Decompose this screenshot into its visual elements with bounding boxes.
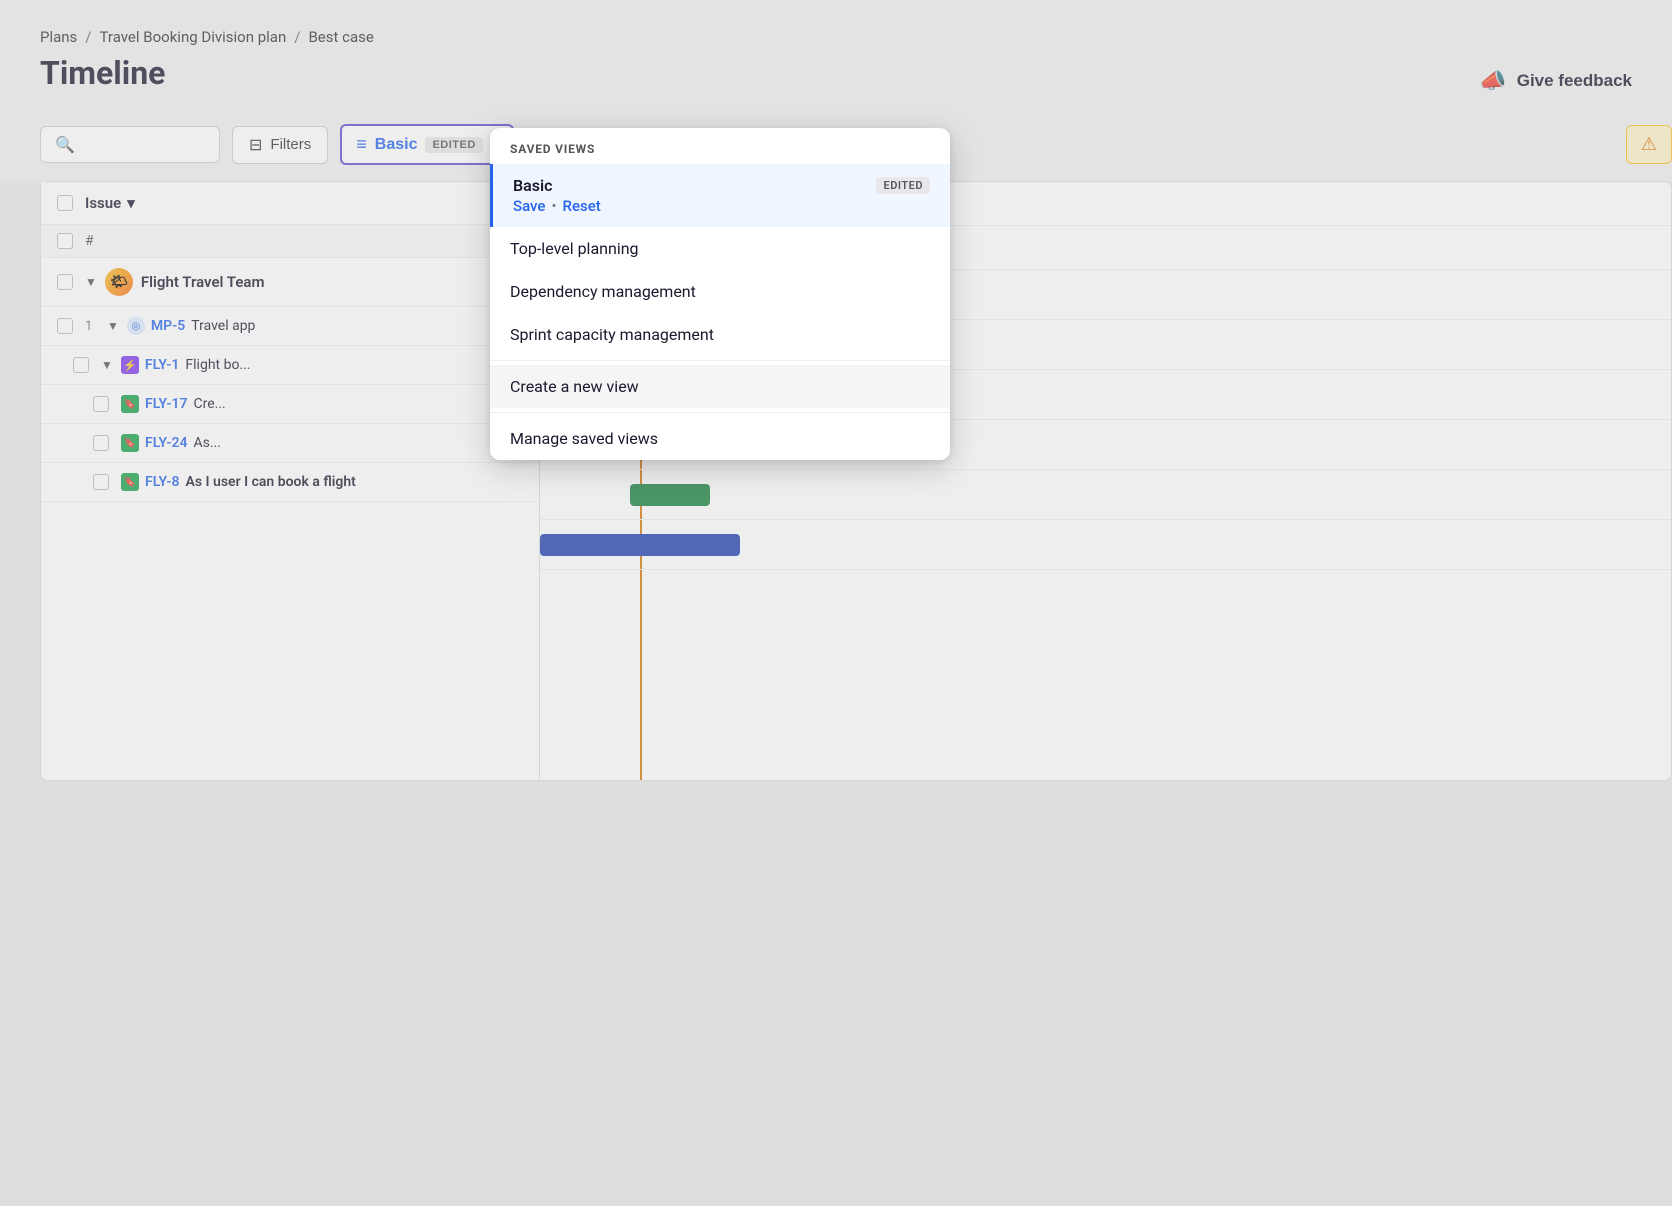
issue-column-header[interactable]: Issue ▾ — [85, 194, 135, 212]
warning-icon: ⚠ — [1641, 134, 1657, 155]
team-avatar: 🌤 — [105, 268, 133, 296]
dropdown-section-header: SAVED VIEWS — [490, 128, 950, 164]
issue-id-fly1[interactable]: FLY-1 — [145, 357, 180, 373]
issue-title-mp5: Travel app — [191, 318, 255, 334]
dropdown-item-basic-edited: EDITED — [876, 177, 930, 194]
issue-id-mp5[interactable]: MP-5 — [151, 318, 185, 334]
row-fly1-chevron[interactable]: ▼ — [101, 358, 113, 372]
hash-col-label: # — [85, 233, 94, 249]
search-icon: 🔍 — [55, 135, 75, 154]
team-chevron[interactable]: ▼ — [85, 275, 97, 289]
saved-views-dropdown: SAVED VIEWS Basic EDITED Save • Reset To… — [490, 128, 950, 460]
view-icon: ≡ — [356, 134, 367, 155]
table-row: 🔖 FLY-8 As I user I can book a flight — [41, 463, 539, 502]
dropdown-item-sprint[interactable]: Sprint capacity management — [490, 313, 950, 356]
issue-icon-fly1: ⚡ — [121, 356, 139, 374]
search-box[interactable]: 🔍 — [40, 126, 220, 163]
feedback-icon: 📣 — [1479, 68, 1506, 94]
warning-badge[interactable]: ⚠ — [1626, 125, 1672, 164]
give-feedback-button[interactable]: 📣 Give feedback — [1479, 68, 1632, 94]
dropdown-item-dependency-name: Dependency management — [510, 282, 696, 301]
dropdown-item-basic-name: Basic — [513, 176, 552, 195]
issue-id-fly17[interactable]: FLY-17 — [145, 396, 188, 412]
breadcrumb-sep2: / — [294, 28, 300, 46]
issue-title-fly1: Flight bo... — [185, 357, 250, 373]
issue-title-fly24: As... — [194, 435, 221, 451]
dropdown-item-basic-reset[interactable]: Reset — [563, 197, 601, 215]
dropdown-divider-2 — [490, 412, 950, 413]
dropdown-item-create-label: Create a new view — [510, 377, 639, 396]
bookmark-icon-fly8: 🔖 — [121, 473, 139, 491]
issue-icon: ◎ — [127, 317, 145, 335]
issue-id-fly24[interactable]: FLY-24 — [145, 435, 188, 451]
row-fly24-checkbox[interactable] — [93, 435, 109, 451]
issue-title-fly17: Cre... — [194, 396, 226, 412]
dropdown-item-basic-save[interactable]: Save — [513, 197, 545, 215]
dropdown-item-manage[interactable]: Manage saved views — [490, 417, 950, 460]
breadcrumb-division[interactable]: Travel Booking Division plan — [100, 28, 287, 46]
team-name: Flight Travel Team — [141, 273, 265, 291]
bookmark-icon-fly17: 🔖 — [121, 395, 139, 413]
breadcrumb-scenario[interactable]: Best case — [308, 28, 373, 46]
issue-title-fly8: As I user I can book a flight — [186, 474, 356, 490]
breadcrumb-sep1: / — [85, 28, 91, 46]
dropdown-item-toplevel-name: Top-level planning — [510, 239, 639, 258]
select-all-checkbox[interactable] — [57, 195, 73, 211]
filters-button[interactable]: ⊟ Filters — [232, 126, 328, 164]
row-1-checkbox[interactable] — [57, 318, 73, 334]
gantt-bar-fly24[interactable] — [630, 484, 710, 506]
filter-icon: ⊟ — [249, 135, 262, 155]
bookmark-icon-fly24: 🔖 — [121, 434, 139, 452]
issue-col-chevron: ▾ — [127, 194, 135, 212]
view-selector-button[interactable]: ≡ Basic EDITED ▾ — [340, 124, 514, 165]
issue-id-fly8[interactable]: FLY-8 — [145, 474, 180, 490]
issue-col-label: Issue — [85, 194, 121, 212]
team-checkbox[interactable] — [57, 274, 73, 290]
dropdown-item-dependency[interactable]: Dependency management — [490, 270, 950, 313]
dropdown-item-sprint-name: Sprint capacity management — [510, 325, 714, 344]
dropdown-item-toplevel[interactable]: Top-level planning — [490, 227, 950, 270]
table-row: ▼ ⚡ FLY-1 Flight bo... — [41, 346, 539, 385]
table-row: 🔖 FLY-17 Cre... — [41, 385, 539, 424]
table-column-header: Issue ▾ — [41, 182, 539, 225]
row-checkbox[interactable] — [57, 233, 73, 249]
table-row: 1 ▼ ◎ MP-5 Travel app — [41, 307, 539, 346]
gantt-row-fly24 — [540, 470, 1671, 520]
feedback-label: Give feedback — [1517, 71, 1632, 91]
view-label: Basic — [375, 136, 418, 154]
dropdown-item-basic[interactable]: Basic EDITED Save • Reset — [490, 164, 950, 227]
gantt-bar-fly8[interactable] — [540, 534, 740, 556]
edited-badge: EDITED — [425, 137, 482, 153]
row-fly17-checkbox[interactable] — [93, 396, 109, 412]
filters-label: Filters — [270, 136, 311, 153]
dropdown-divider — [490, 360, 950, 361]
table-area: Issue ▾ # ▼ 🌤 Flight Travel Team 1 — [40, 181, 540, 781]
gantt-row-fly8 — [540, 520, 1671, 570]
breadcrumb: Plans / Travel Booking Division plan / B… — [40, 28, 1632, 46]
table-row: 🔖 FLY-24 As... — [41, 424, 539, 463]
dropdown-item-manage-label: Manage saved views — [510, 429, 658, 448]
row-fly8-checkbox[interactable] — [93, 474, 109, 490]
row-fly1-checkbox[interactable] — [73, 357, 89, 373]
row-1-chevron[interactable]: ▼ — [107, 319, 119, 333]
page-title: Timeline — [40, 54, 1632, 92]
breadcrumb-plans[interactable]: Plans — [40, 28, 77, 46]
hash-row: # — [41, 225, 539, 258]
team-row: ▼ 🌤 Flight Travel Team — [41, 258, 539, 307]
dropdown-item-create[interactable]: Create a new view — [490, 365, 950, 408]
